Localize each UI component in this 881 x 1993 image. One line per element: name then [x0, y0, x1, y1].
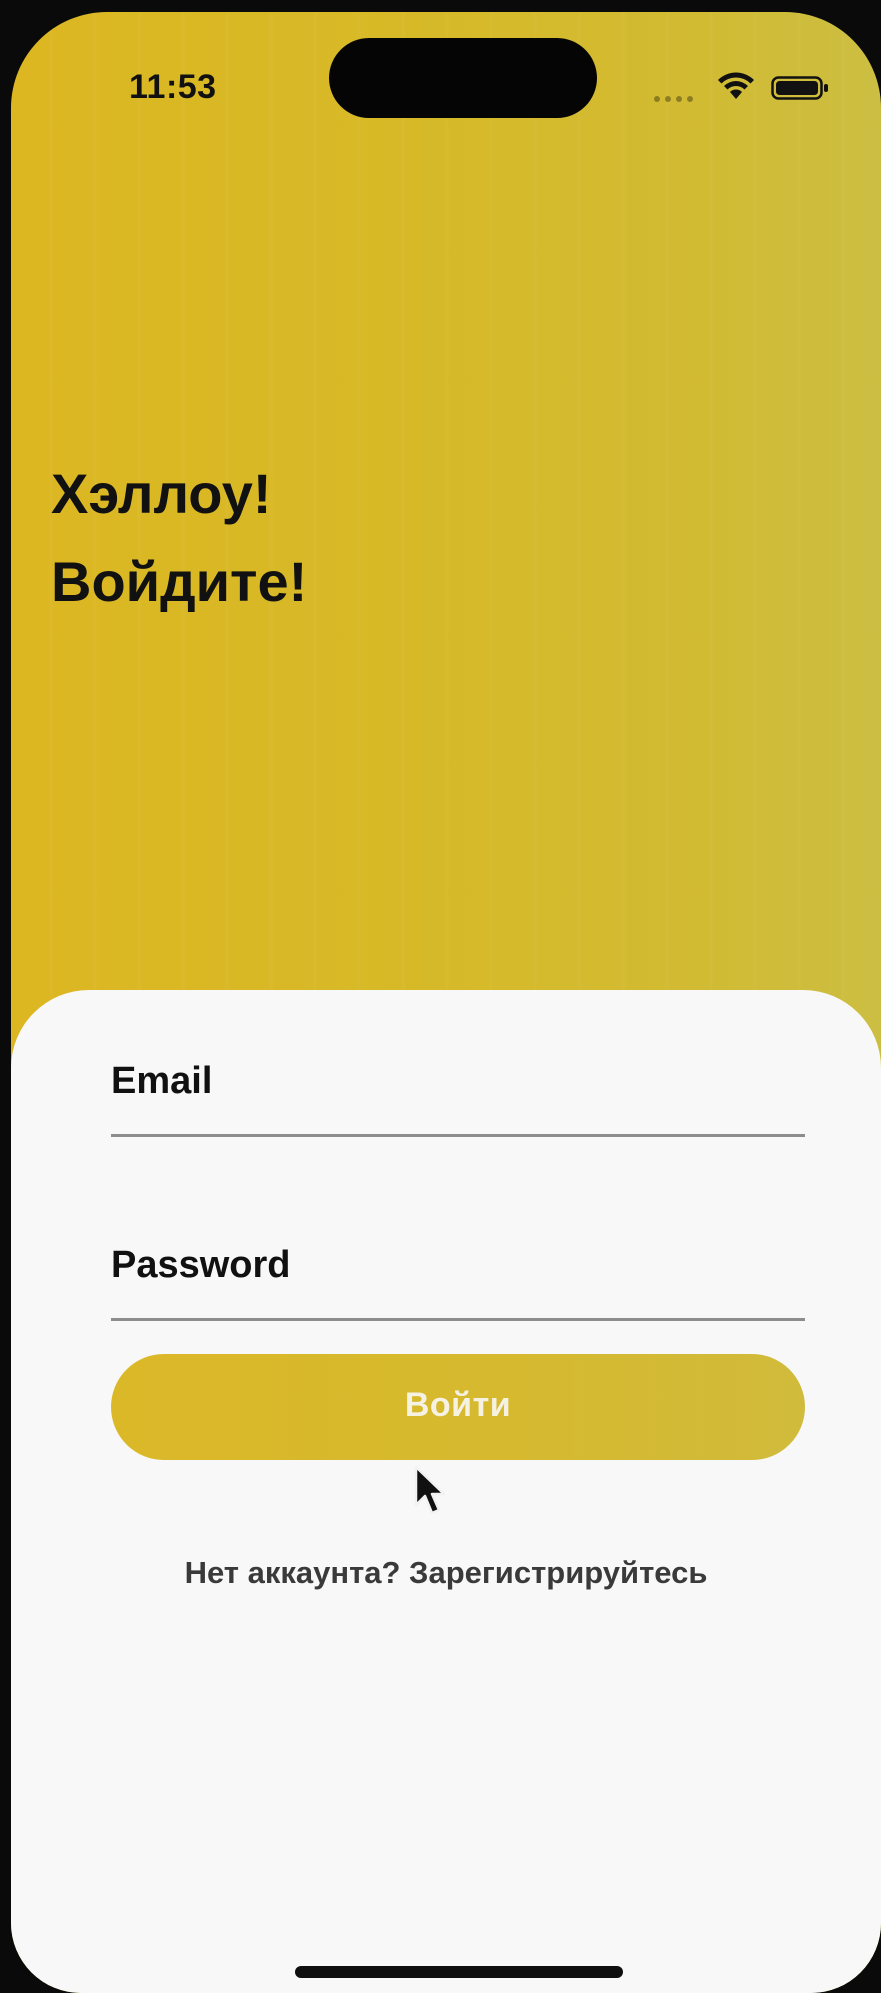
- greeting-line-2: Войдите!: [51, 550, 308, 613]
- greeting-heading: Хэллоу! Войдите!: [51, 450, 307, 626]
- password-input[interactable]: [111, 1234, 809, 1320]
- password-field[interactable]: Password: [111, 1234, 809, 1321]
- email-input[interactable]: [111, 1050, 809, 1136]
- greeting-line-1: Хэллоу!: [51, 462, 272, 525]
- status-time: 11:53: [129, 68, 217, 106]
- email-field[interactable]: Email: [111, 1050, 809, 1137]
- login-button-label: Войти: [404, 1386, 512, 1424]
- dynamic-island: [329, 38, 597, 118]
- home-indicator: [295, 1966, 623, 1978]
- login-button[interactable]: Войти: [111, 1354, 805, 1460]
- phone-screen: 11:53 Хэллоу! Войдите! Email Password Во…: [11, 12, 881, 1993]
- battery-icon: [771, 76, 828, 100]
- status-bar: 11:53: [11, 12, 881, 132]
- login-card: Email Password Войти Нет аккаунта? Зарег…: [11, 990, 881, 1993]
- register-link[interactable]: Нет аккаунта? Зарегистрируйтесь: [11, 1555, 881, 1591]
- wifi-icon: [718, 72, 754, 99]
- cellular-signal-icon: [654, 96, 704, 102]
- mouse-cursor-icon: [414, 1465, 446, 1515]
